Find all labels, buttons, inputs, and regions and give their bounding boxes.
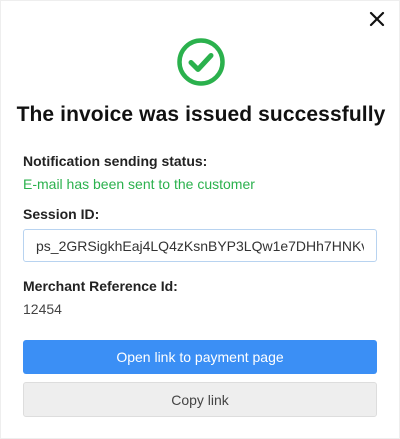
notification-status-label: Notification sending status: [23, 153, 208, 169]
check-circle-icon [177, 38, 225, 86]
close-icon[interactable] [367, 9, 387, 29]
session-id-field[interactable] [23, 229, 377, 262]
session-id-label: Session ID: [23, 206, 100, 222]
dialog-title: The invoice was issued successfully [16, 103, 386, 126]
invoice-success-dialog: The invoice was issued successfully Noti… [0, 0, 400, 439]
merchant-reference-value: 12454 [23, 301, 62, 317]
notification-status-text: E-mail has been sent to the customer [23, 176, 255, 192]
copy-link-button[interactable]: Copy link [23, 382, 377, 417]
open-payment-link-button[interactable]: Open link to payment page [23, 340, 377, 374]
merchant-reference-label: Merchant Reference Id: [23, 278, 178, 294]
